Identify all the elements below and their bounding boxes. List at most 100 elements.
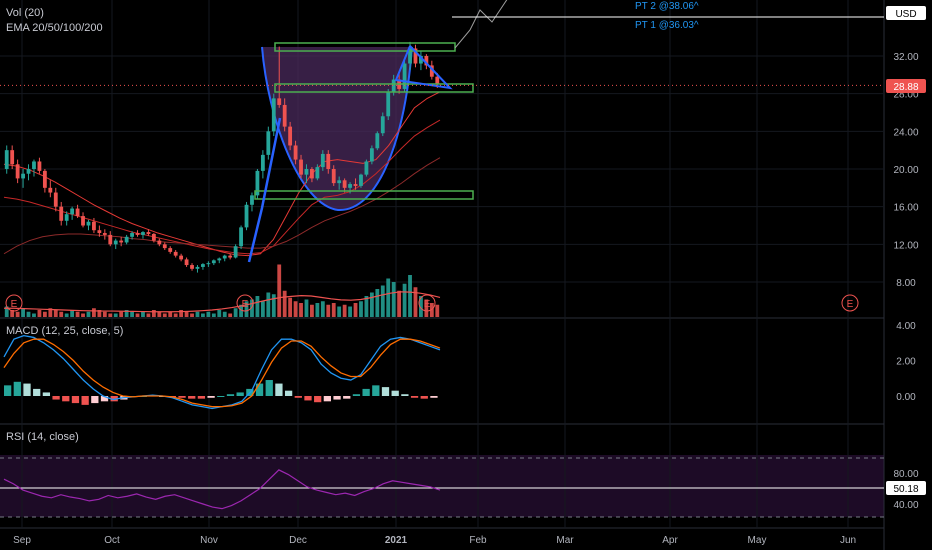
macd-histogram-bar (333, 396, 341, 400)
candle-body (53, 192, 58, 207)
volume-bar (42, 311, 47, 317)
candle-body (337, 180, 342, 184)
volume-bar (359, 301, 363, 317)
candle-body (369, 148, 374, 162)
candle-body (168, 248, 173, 252)
price-tick-label: 20.00 (893, 165, 918, 176)
macd-histogram-bar (420, 396, 428, 399)
volume-bar (146, 313, 151, 317)
time-tick-label: Nov (200, 535, 218, 546)
candle-body (315, 167, 320, 179)
vol-indicator-label[interactable]: Vol (20) (6, 7, 44, 19)
time-tick-label: Feb (469, 535, 487, 546)
candle-body (48, 187, 53, 193)
candle-body (304, 169, 309, 175)
price-tick-label: 24.00 (893, 127, 918, 138)
volume-bar (15, 311, 20, 317)
candle-body (21, 173, 25, 179)
macd-histogram-bar (217, 396, 225, 397)
candle-body (81, 216, 85, 226)
volume-bar (435, 304, 440, 317)
volume-bar (408, 275, 412, 317)
candle-body (342, 180, 347, 188)
macd-histogram-bar (410, 396, 419, 398)
macd-histogram-bar (71, 396, 80, 404)
candle-body (282, 104, 287, 127)
candle-body (184, 259, 189, 266)
macd-histogram-bar (226, 394, 235, 396)
macd-histogram-bar (4, 385, 12, 396)
volume-bar (130, 311, 134, 317)
volume-bar (59, 311, 64, 317)
macd-tick-label: 4.00 (896, 321, 916, 332)
candle-body (102, 233, 107, 235)
candle-body (179, 255, 184, 260)
rsi-indicator-label[interactable]: RSI (14, close) (6, 431, 79, 443)
candle-body (113, 240, 118, 245)
earnings-marker-label: E (424, 299, 431, 310)
time-tick-label: May (748, 535, 767, 546)
macd-histogram-bar (401, 394, 409, 396)
time-tick-label: Apr (662, 535, 678, 546)
candle-body (233, 246, 238, 258)
volume-bar (348, 306, 352, 317)
macd-histogram-bar (304, 396, 312, 401)
rsi-value-label: 50.18 (893, 484, 918, 495)
macd-histogram-bar (430, 396, 438, 398)
rsi-tick-label: 40.00 (893, 500, 918, 511)
candle-body (124, 236, 129, 243)
macd-histogram-bar (91, 396, 99, 404)
candle-body (92, 221, 96, 231)
volume-bar (353, 303, 358, 317)
volume-bar (81, 313, 85, 317)
macd-histogram-bar (352, 394, 361, 396)
candle-body (353, 184, 358, 186)
volume-bar (310, 304, 314, 317)
candle-body (277, 98, 282, 105)
time-tick-label: Mar (556, 535, 574, 546)
macd-histogram-bar (197, 396, 206, 399)
macd-histogram-bar (23, 383, 31, 396)
volume-bar (173, 313, 178, 317)
earnings-marker-label: E (847, 299, 854, 310)
earnings-marker-label: E (11, 299, 18, 310)
earnings-marker-label: E (242, 299, 249, 310)
volume-bar (282, 290, 287, 317)
volume-bar (293, 301, 298, 317)
candle-body (201, 264, 205, 267)
candle-body (141, 232, 145, 235)
candle-body (206, 263, 211, 265)
chart-canvas[interactable]: EEEE 32.0028.0024.0020.0016.0012.008.004… (0, 0, 932, 550)
volume-bar (195, 311, 200, 317)
macd-histogram-bar (236, 392, 244, 396)
last-price-label: 28.88 (893, 82, 918, 93)
candle-body (162, 244, 167, 249)
candle-body (217, 258, 222, 261)
volume-bar (119, 311, 124, 317)
candle-body (271, 98, 276, 132)
macd-indicator-label[interactable]: MACD (12, 25, close, 5) (6, 325, 123, 337)
volume-bar (397, 290, 402, 317)
candle-body (375, 133, 380, 149)
volume-bar (391, 282, 396, 317)
volume-bar (320, 301, 325, 317)
macd-histogram-bar (42, 392, 51, 396)
macd-histogram-bar (265, 380, 273, 396)
candle-body (195, 266, 200, 269)
macd-histogram-bar (255, 383, 264, 396)
price-tick-label: 32.00 (893, 52, 918, 63)
volume-bar (304, 299, 309, 317)
volume-bar (386, 278, 391, 317)
candle-body (331, 169, 336, 184)
ema-indicator-label[interactable]: EMA 20/50/100/200 (6, 22, 103, 34)
price-tick-label: 16.00 (893, 203, 918, 214)
candle-body (239, 227, 243, 247)
macd-histogram-bar (381, 387, 390, 396)
macd-tick-label: 2.00 (896, 357, 916, 368)
candle-body (293, 145, 298, 160)
candle-body (299, 159, 303, 175)
volume-bar (151, 310, 156, 317)
volume-bar (331, 303, 336, 317)
volume-bar (113, 313, 118, 317)
candle-body (364, 161, 369, 175)
